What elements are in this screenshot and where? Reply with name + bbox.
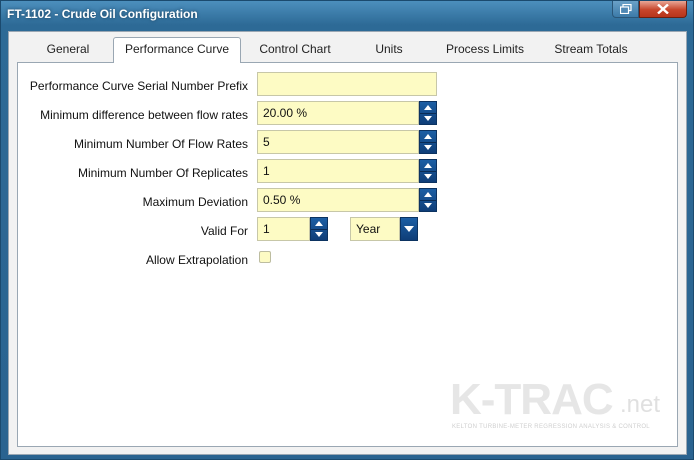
chevron-up-icon <box>315 221 323 226</box>
client-area: General Performance Curve Control Chart … <box>8 31 687 455</box>
allow-extrapolation-label: Allow Extrapolation <box>145 253 248 267</box>
chevron-up-icon <box>424 163 432 168</box>
chevron-up-icon <box>424 134 432 139</box>
close-icon <box>657 4 669 14</box>
min-replicates-input[interactable]: 1 <box>257 159 419 183</box>
chevron-down-icon <box>424 174 432 179</box>
min-flow-rates-label: Minimum Number Of Flow Rates <box>73 137 248 151</box>
tab-performance-curve[interactable]: Performance Curve <box>113 37 241 63</box>
app-window: FT-1102 - Crude Oil Configuration Genera… <box>0 0 694 460</box>
chevron-up-icon <box>424 105 432 110</box>
max-deviation-input[interactable]: 0.50 % <box>257 188 419 212</box>
chevron-down-icon <box>424 145 432 150</box>
valid-for-label: Valid For <box>200 224 248 238</box>
logo-suffix-text: .net <box>620 391 661 418</box>
tab-control-chart[interactable]: Control Chart <box>253 40 337 60</box>
logo-main-text: K-TRAC <box>450 375 614 424</box>
valid-for-input[interactable]: 1 <box>257 217 310 241</box>
min-difference-spinner[interactable] <box>419 101 437 125</box>
tab-units[interactable]: Units <box>367 40 411 60</box>
allow-extrapolation-checkbox[interactable] <box>259 251 271 263</box>
valid-for-unit-dropdown-button[interactable] <box>400 217 418 241</box>
min-flow-rates-input[interactable]: 5 <box>257 130 419 154</box>
serial-prefix-label: Performance Curve Serial Number Prefix <box>29 79 248 93</box>
min-replicates-spinner[interactable] <box>419 159 437 183</box>
chevron-down-icon <box>424 203 432 208</box>
k-trac-logo: K-TRAC .net KELTON TURBINE-METER REGRESS… <box>450 375 660 453</box>
min-difference-input[interactable]: 20.00 % <box>257 101 419 125</box>
close-button[interactable] <box>639 1 687 18</box>
tab-strip: General Performance Curve Control Chart … <box>9 32 686 63</box>
window-title: FT-1102 - Crude Oil Configuration <box>7 7 198 21</box>
spin-down-button[interactable] <box>420 142 436 153</box>
tab-general[interactable]: General <box>37 40 99 60</box>
tab-stream-totals[interactable]: Stream Totals <box>547 40 635 60</box>
restore-icon <box>619 4 632 14</box>
serial-prefix-input[interactable] <box>257 72 437 96</box>
spin-down-button[interactable] <box>420 200 436 211</box>
spin-down-button[interactable] <box>420 171 436 182</box>
spin-down-button[interactable] <box>420 113 436 124</box>
valid-for-unit-select[interactable]: Year <box>350 217 400 241</box>
max-deviation-spinner[interactable] <box>419 188 437 212</box>
min-flow-rates-spinner[interactable] <box>419 130 437 154</box>
min-difference-label: Minimum difference between flow rates <box>40 108 248 122</box>
logo-tagline: KELTON TURBINE-METER REGRESSION ANALYSIS… <box>452 424 650 430</box>
chevron-down-icon <box>315 232 323 237</box>
min-replicates-label: Minimum Number Of Replicates <box>77 166 248 180</box>
dropdown-arrow-icon <box>404 226 414 232</box>
valid-for-spinner[interactable] <box>310 217 328 241</box>
title-bar[interactable]: FT-1102 - Crude Oil Configuration <box>1 1 693 27</box>
performance-curve-panel: Performance Curve Serial Number Prefix M… <box>17 62 678 447</box>
tab-process-limits[interactable]: Process Limits <box>439 40 531 60</box>
restore-button[interactable] <box>612 1 639 18</box>
max-deviation-label: Maximum Deviation <box>142 195 248 209</box>
spin-down-button[interactable] <box>311 229 327 240</box>
chevron-up-icon <box>424 192 432 197</box>
chevron-down-icon <box>424 116 432 121</box>
